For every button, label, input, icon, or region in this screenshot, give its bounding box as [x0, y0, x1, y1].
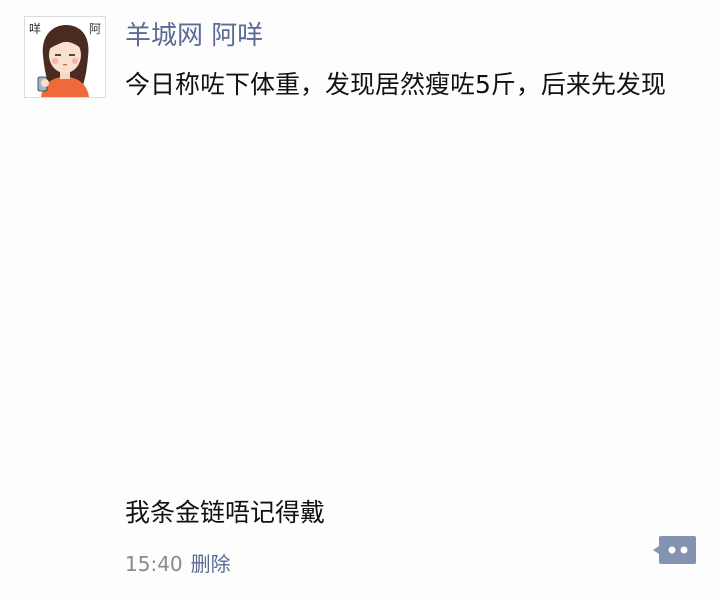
author-name[interactable]: 羊城网 阿咩 — [125, 17, 263, 55]
post-meta: 15:40 删除 — [125, 548, 231, 580]
comment-bubble-icon — [653, 536, 696, 564]
avatar-label-left: 咩 — [29, 21, 41, 36]
comment-button[interactable] — [651, 534, 697, 566]
post-text-line2: 我条金链唔记得戴 — [125, 498, 326, 527]
avatar-label-right: 阿 — [89, 22, 101, 36]
post-text-line1: 今日称咗下体重，发现居然瘦咗5斤，后来先发现 — [125, 70, 666, 99]
delete-button[interactable]: 删除 — [191, 552, 231, 576]
post-time: 15:40 — [125, 552, 183, 576]
avatar[interactable]: 咩 阿 — [24, 16, 106, 98]
cartoon-girl-avatar-icon: 咩 阿 — [25, 17, 105, 97]
